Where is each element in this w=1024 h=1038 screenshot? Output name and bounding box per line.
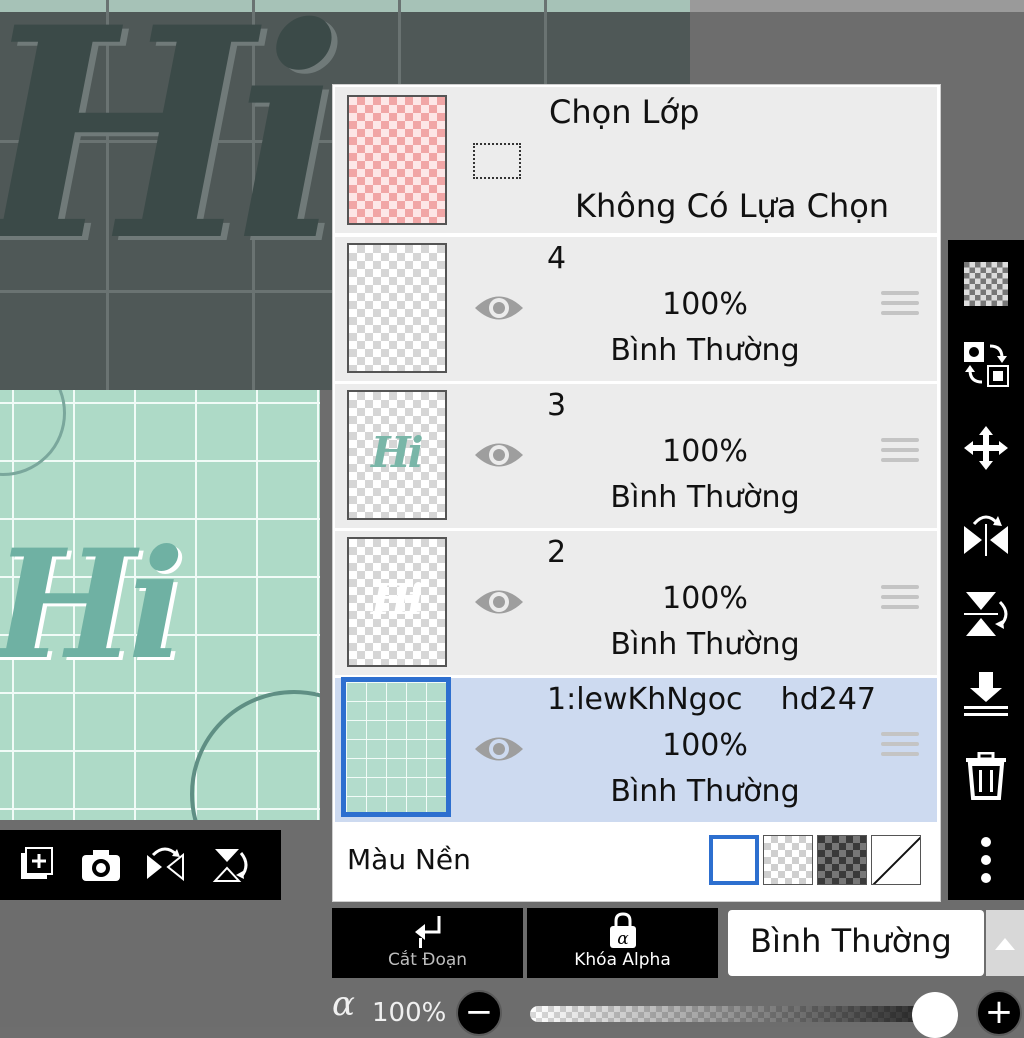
- thumbnail-grid: [346, 682, 446, 812]
- move-icon[interactable]: [962, 424, 1010, 472]
- layer-thumbnail: Hi: [347, 390, 447, 520]
- alpha-lock-label: Khóa Alpha: [574, 950, 671, 970]
- eye-icon[interactable]: [473, 438, 525, 472]
- blend-mode-expand-button[interactable]: [986, 910, 1024, 976]
- layer-thumbnail: [341, 677, 451, 817]
- opacity-slider-thumb[interactable]: [912, 992, 958, 1038]
- layer-row-selected[interactable]: 1:lewKhNgoc hd247 100% Bình Thường: [335, 677, 937, 822]
- layer-blend-mode: Bình Thường: [610, 480, 800, 515]
- flip-vertical-icon[interactable]: [962, 590, 1010, 638]
- layer-name: 3: [547, 388, 567, 423]
- layer-opacity: 100%: [662, 287, 748, 322]
- clipping-button[interactable]: Cắt Đoạn: [332, 908, 523, 978]
- opacity-gradient: [530, 1006, 940, 1022]
- selection-marquee-icon: [473, 143, 521, 179]
- selection-title: Chọn Lớp: [549, 93, 700, 131]
- clipping-label: Cắt Đoạn: [387, 950, 468, 970]
- canvas-artwork-text: Hi: [0, 0, 344, 305]
- selection-status: Không Có Lựa Chọn: [575, 187, 890, 225]
- layer-row[interactable]: 4 100% Bình Thường: [335, 237, 937, 381]
- clip-arrow-icon: [332, 908, 523, 948]
- svg-text:α: α: [617, 929, 629, 948]
- layer-opacity: 100%: [662, 728, 748, 763]
- background-white-swatch[interactable]: [709, 835, 759, 885]
- layer-name: 1:lewKhNgoc hd247: [547, 682, 877, 717]
- background-none-swatch[interactable]: [871, 835, 921, 885]
- trash-icon[interactable]: [962, 752, 1010, 800]
- opacity-slider-track[interactable]: [530, 1006, 940, 1022]
- layer-opacity: 100%: [662, 434, 748, 469]
- layer-thumbnail: [347, 243, 447, 373]
- swap-icon[interactable]: [962, 340, 1010, 388]
- more-icon[interactable]: [962, 836, 1010, 884]
- layer-opacity: 100%: [662, 581, 748, 616]
- opacity-decrease-button[interactable]: −: [456, 990, 502, 1036]
- eye-icon[interactable]: [473, 732, 525, 766]
- background-color-label: Màu Nền: [347, 843, 471, 876]
- layer-blend-mode: Bình Thường: [610, 774, 800, 809]
- lock-icon: α: [527, 908, 718, 948]
- layers-panel: Chọn Lớp Không Có Lựa Chọn 4 100% Bình T…: [332, 84, 941, 902]
- background-light-checker-swatch[interactable]: [763, 835, 813, 885]
- layer-blend-mode: Bình Thường: [610, 627, 800, 662]
- blend-mode-select[interactable]: Bình Thường: [728, 910, 984, 976]
- flip-horizontal-icon[interactable]: [962, 510, 1010, 558]
- layer-thumbnail: Hi: [347, 537, 447, 667]
- selection-layer-row[interactable]: Chọn Lớp Không Có Lựa Chọn: [335, 87, 937, 233]
- flip-vertical-icon[interactable]: [208, 844, 250, 886]
- opacity-increase-button[interactable]: +: [976, 990, 1022, 1036]
- canvas-top-strip: [690, 0, 1024, 12]
- layer-tools-toolbar: [948, 240, 1024, 900]
- add-layer-icon[interactable]: [16, 844, 58, 886]
- layer-row[interactable]: Hi 2 100% Bình Thường: [335, 531, 937, 675]
- opacity-value: 100%: [372, 998, 447, 1028]
- background-dark-checker-swatch[interactable]: [817, 835, 867, 885]
- flip-horizontal-icon[interactable]: [144, 844, 186, 886]
- eye-icon[interactable]: [473, 585, 525, 619]
- layer-thumbnail-text: Hi: [371, 575, 424, 624]
- alpha-lock-button[interactable]: α Khóa Alpha: [527, 908, 718, 978]
- alpha-symbol: α: [332, 984, 355, 1024]
- preview-toolbar: [0, 830, 281, 900]
- canvas-preview[interactable]: Hi: [0, 390, 320, 820]
- drag-handle-icon[interactable]: [881, 291, 919, 321]
- layer-blend-mode: Bình Thường: [610, 333, 800, 368]
- blend-mode-value: Bình Thường: [750, 922, 952, 960]
- drag-handle-icon[interactable]: [881, 585, 919, 615]
- drag-handle-icon[interactable]: [881, 732, 919, 762]
- layer-thumbnail-text: Hi: [371, 428, 424, 477]
- merge-down-icon[interactable]: [962, 670, 1010, 718]
- preview-artwork-text: Hi: [0, 517, 185, 693]
- transparency-icon[interactable]: [962, 260, 1010, 308]
- layer-name: 2: [547, 535, 567, 570]
- selection-thumbnail: [347, 95, 447, 225]
- opacity-control: α 100% − +: [330, 984, 1024, 1038]
- eye-icon[interactable]: [473, 291, 525, 325]
- layer-name: 4: [547, 241, 567, 276]
- background-color-row: Màu Nền: [335, 825, 937, 897]
- camera-icon[interactable]: [80, 844, 122, 886]
- chevron-up-icon: [995, 938, 1015, 950]
- drag-handle-icon[interactable]: [881, 438, 919, 468]
- layer-row[interactable]: Hi 3 100% Bình Thường: [335, 384, 937, 528]
